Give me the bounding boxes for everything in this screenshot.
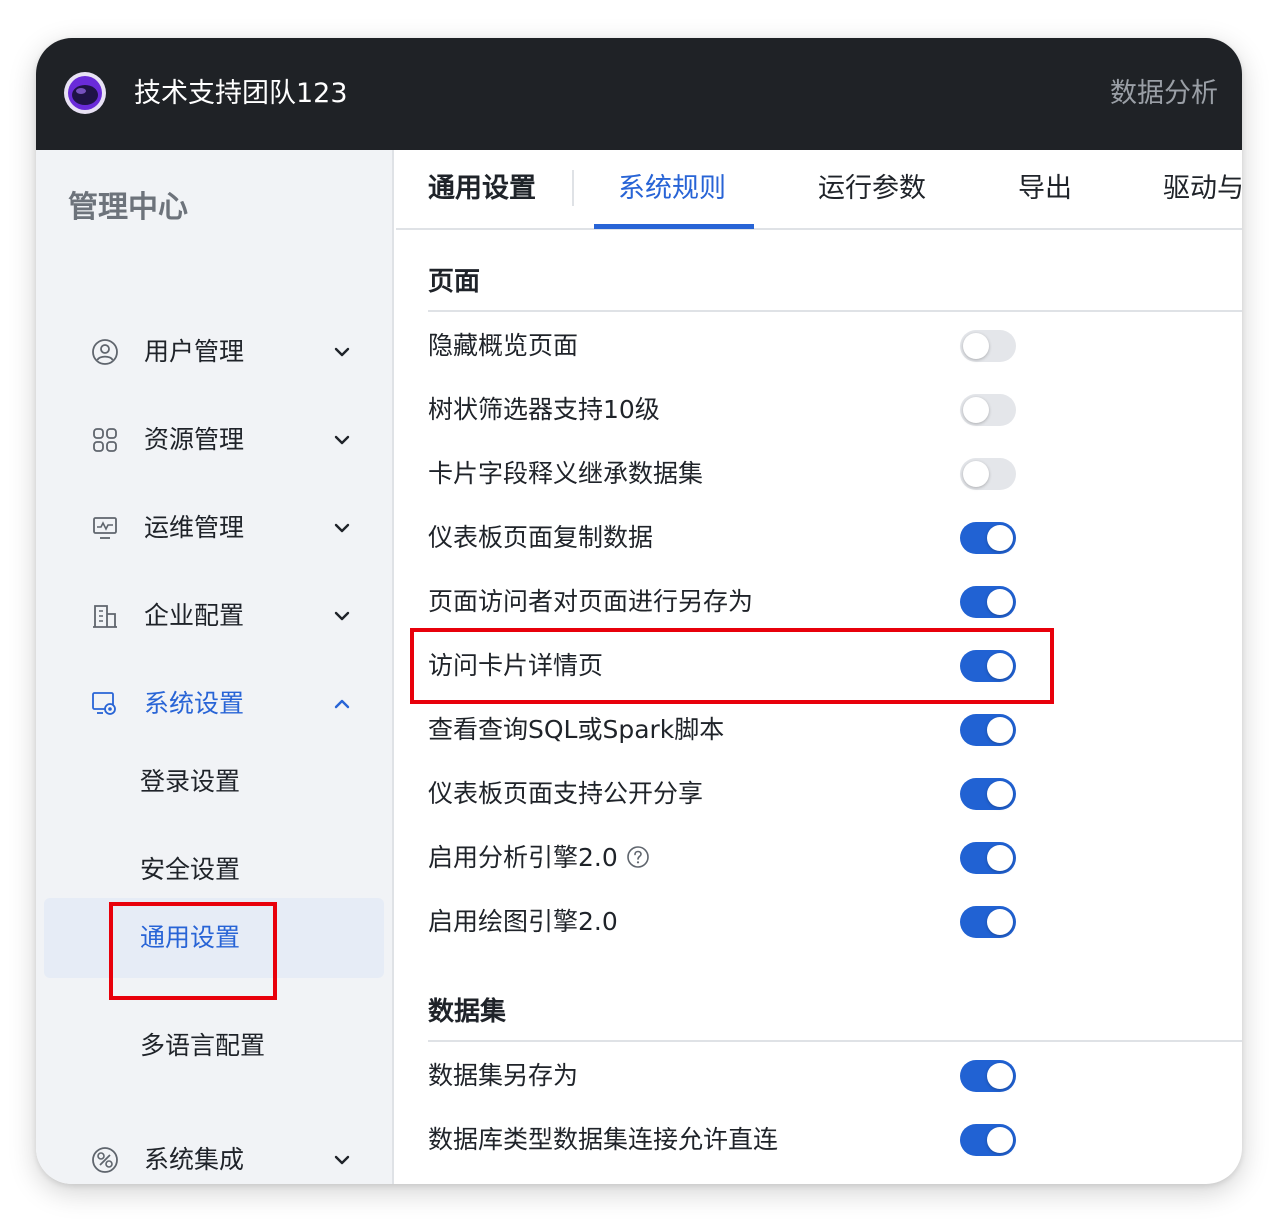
highlight-box-card-detail	[410, 628, 1054, 704]
setting-toggle[interactable]	[960, 330, 1016, 362]
active-tab-indicator	[594, 224, 754, 229]
chevron-down-icon	[334, 1155, 350, 1165]
question-circle-icon[interactable]	[626, 845, 650, 869]
setting-row: 仪表板页面支持公开分享	[428, 762, 1228, 826]
setting-toggle[interactable]	[960, 586, 1016, 618]
sidebar-subitem-label: 安全设置	[140, 855, 241, 884]
setting-label: 页面访问者对页面进行另存为	[428, 587, 754, 616]
sidebar-subitem-label: 多语言配置	[140, 1031, 266, 1060]
chevron-down-icon	[334, 523, 350, 533]
setting-label: 启用分析引擎2.0	[428, 843, 618, 872]
tab-bar: 通用设置 系统规则 运行参数 导出 驱动与	[396, 150, 1242, 230]
setting-label-with-help: 启用分析引擎2.0	[428, 838, 650, 878]
setting-toggle[interactable]	[960, 842, 1016, 874]
user-icon	[92, 339, 118, 365]
setting-row: 仪表板页面复制数据	[428, 506, 1228, 570]
setting-row: 隐藏概览页面	[428, 314, 1228, 378]
sidebar: 管理中心 用户管理 资源管理 运维管理 企业配置 系统设置 登录设置 安全设置 …	[36, 150, 394, 1184]
tab-divider	[572, 170, 574, 206]
sidebar-item-label: 用户管理	[144, 337, 245, 366]
sidebar-item-resource-management[interactable]: 资源管理	[36, 410, 392, 470]
sidebar-item-user-management[interactable]: 用户管理	[36, 322, 392, 382]
setting-label: 数据库类型数据集连接允许直连	[428, 1125, 779, 1154]
setting-row: 数据库类型数据集连接允许直连	[428, 1108, 1228, 1172]
sidebar-item-system-settings[interactable]: 系统设置	[36, 674, 392, 734]
setting-label: 数据集另存为	[428, 1061, 579, 1090]
section-title-page: 页面	[428, 267, 481, 297]
setting-label: 隐藏概览页面	[428, 331, 579, 360]
setting-label: 仪表板页面复制数据	[428, 523, 654, 552]
settings-content: 页面 隐藏概览页面 树状筛选器支持10级 卡片字段释义继承数据集 仪表板页面复制…	[396, 230, 1242, 1184]
planet-logo-icon[interactable]	[62, 70, 108, 116]
top-bar: 技术支持团队123 数据分析	[36, 38, 1242, 150]
sidebar-item-label: 企业配置	[144, 601, 245, 630]
setting-row: 启用分析引擎2.0	[428, 826, 1228, 890]
sidebar-subitem-login-settings[interactable]: 登录设置	[44, 742, 384, 822]
setting-row: 查看查询SQL或Spark脚本	[428, 698, 1228, 762]
sidebar-item-label: 系统设置	[144, 689, 245, 718]
setting-row: 页面访问者对页面进行另存为	[428, 570, 1228, 634]
sidebar-item-ops-management[interactable]: 运维管理	[36, 498, 392, 558]
setting-row: 树状筛选器支持10级	[428, 378, 1228, 442]
highlight-box-general-settings	[109, 902, 277, 1000]
setting-toggle[interactable]	[960, 458, 1016, 490]
setting-label: 查看查询SQL或Spark脚本	[428, 715, 725, 744]
setting-label: 启用绘图引擎2.0	[428, 907, 618, 936]
sidebar-item-label: 资源管理	[144, 425, 245, 454]
section-divider	[428, 310, 1242, 312]
chevron-down-icon	[334, 435, 350, 445]
sidebar-item-enterprise-config[interactable]: 企业配置	[36, 586, 392, 646]
chevron-down-icon	[334, 347, 350, 357]
section-divider	[428, 1040, 1242, 1042]
setting-row: 卡片字段释义继承数据集	[428, 442, 1228, 506]
sidebar-title: 管理中心	[68, 190, 188, 225]
grid-icon	[93, 428, 117, 452]
section-title-dataset: 数据集	[428, 997, 507, 1027]
tab-drivers[interactable]: 驱动与	[1163, 168, 1242, 210]
building-icon	[93, 605, 117, 628]
app-window: 技术支持团队123 数据分析 管理中心 用户管理 资源管理 运维管理 企业配置 …	[36, 38, 1242, 1184]
tab-export[interactable]: 导出	[1018, 168, 1072, 210]
setting-row: 数据集另存为	[428, 1044, 1228, 1108]
setting-toggle[interactable]	[960, 522, 1016, 554]
sidebar-item-label: 系统集成	[144, 1145, 245, 1174]
team-name[interactable]: 技术支持团队123	[134, 74, 348, 114]
setting-toggle[interactable]	[960, 1060, 1016, 1092]
setting-label: 卡片字段释义继承数据集	[428, 459, 704, 488]
tab-general-settings[interactable]: 通用设置	[428, 168, 536, 210]
tab-runtime-params[interactable]: 运行参数	[818, 168, 926, 210]
sidebar-item-system-integration[interactable]: 系统集成	[36, 1130, 392, 1184]
chevron-up-icon	[334, 699, 350, 709]
tab-system-rules[interactable]: 系统规则	[618, 168, 726, 210]
gear-settings-icon	[92, 692, 116, 715]
sidebar-subitem-language-config[interactable]: 多语言配置	[44, 1006, 384, 1086]
sidebar-subitem-label: 登录设置	[140, 767, 241, 796]
setting-toggle[interactable]	[960, 906, 1016, 938]
setting-label: 仪表板页面支持公开分享	[428, 779, 704, 808]
setting-label: 树状筛选器支持10级	[428, 395, 660, 424]
sidebar-item-label: 运维管理	[144, 513, 245, 542]
setting-toggle[interactable]	[960, 394, 1016, 426]
setting-toggle[interactable]	[960, 1124, 1016, 1156]
monitor-icon	[93, 517, 117, 539]
setting-toggle[interactable]	[960, 714, 1016, 746]
chevron-down-icon	[334, 611, 350, 621]
setting-toggle[interactable]	[960, 778, 1016, 810]
integration-icon	[92, 1147, 118, 1173]
app-link[interactable]: 数据分析	[1110, 74, 1218, 114]
setting-row: 启用绘图引擎2.0	[428, 890, 1228, 954]
